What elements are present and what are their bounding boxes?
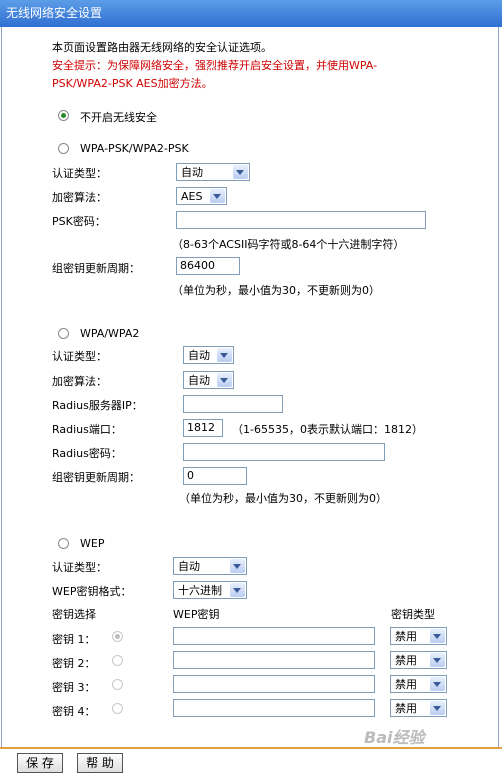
radius-ip-input[interactable] [183, 395, 283, 413]
wpa-enc-select[interactable]: 自动 [183, 371, 234, 389]
chevron-down-icon [230, 559, 245, 573]
wep-key2-input[interactable] [173, 651, 375, 669]
wpa-period-label: 组密钥更新周期： [52, 471, 140, 484]
radio-no-security[interactable] [58, 110, 69, 121]
wpa-auth-select[interactable]: 自动 [183, 346, 234, 364]
psk-password-input[interactable] [176, 211, 426, 229]
radius-port-hint: （1-65535，0表示默认端口：1812） [232, 423, 423, 436]
wpa-psk-enc-select[interactable]: AES [176, 187, 227, 205]
chevron-down-icon [217, 348, 232, 362]
wep-title: WEP [80, 537, 105, 550]
window-title: 无线网络安全设置 [6, 6, 103, 20]
chevron-down-icon [230, 583, 245, 597]
wep-key2-label: 密钥 2： [52, 657, 96, 670]
wpa-enc-label: 加密算法： [52, 375, 107, 388]
wep-key1-radio[interactable] [112, 631, 123, 642]
wpa-psk-period-label: 组密钥更新周期： [52, 262, 140, 275]
wep-key1-type-value: 禁用 [395, 630, 417, 643]
wep-col-key: WEP密钥 [173, 608, 220, 621]
chevron-down-icon [430, 653, 445, 667]
wep-key2-type-select[interactable]: 禁用 [390, 651, 447, 669]
wpa-psk-title: WPA-PSK/WPA2-PSK [80, 142, 189, 155]
wpa-psk-enc-label: 加密算法： [52, 191, 107, 204]
wpa-period-input[interactable]: 0 [183, 467, 247, 485]
wep-auth-label: 认证类型： [52, 561, 107, 574]
wpa-psk-period-hint: （单位为秒，最小值为30，不更新则为0） [172, 284, 380, 297]
radius-port-input[interactable]: 1812 [183, 419, 223, 437]
wep-auth-select[interactable]: 自动 [173, 557, 247, 575]
wpa-psk-auth-value: 自动 [181, 166, 203, 179]
wep-format-select[interactable]: 十六进制 [173, 581, 247, 599]
wpa-period-hint: （单位为秒，最小值为30，不更新则为0） [179, 492, 387, 505]
wep-key3-type-select[interactable]: 禁用 [390, 675, 447, 693]
wep-col-key-select: 密钥选择 [52, 608, 96, 621]
wep-key2-type-value: 禁用 [395, 654, 417, 667]
chevron-down-icon [210, 189, 225, 203]
wpa-psk-enc-value: AES [181, 190, 203, 203]
chevron-down-icon [233, 165, 248, 179]
watermark-logo: Bai经验 [364, 728, 425, 747]
radius-ip-label: Radius服务器IP： [52, 399, 143, 412]
wpa-psk-auth-label: 认证类型： [52, 167, 107, 180]
wep-auth-value: 自动 [178, 560, 200, 573]
wpa-psk-auth-select[interactable]: 自动 [176, 163, 250, 181]
wep-key3-radio[interactable] [112, 679, 123, 690]
chevron-down-icon [430, 677, 445, 691]
security-warning-line1: 安全提示：为保障网络安全，强烈推荐开启安全设置，并使用WPA- [52, 59, 378, 72]
wep-col-key-type: 密钥类型 [391, 608, 435, 621]
wpa-enc-value: 自动 [188, 374, 210, 387]
window-title-bar: 无线网络安全设置 [0, 0, 502, 27]
wep-key3-label: 密钥 3： [52, 681, 96, 694]
wep-key4-type-value: 禁用 [395, 702, 417, 715]
page-description: 本页面设置路由器无线网络的安全认证选项。 [52, 41, 272, 54]
wep-key2-radio[interactable] [112, 655, 123, 666]
wep-key1-type-select[interactable]: 禁用 [390, 627, 447, 645]
security-warning-line2: PSK/WPA2-PSK AES加密方法。 [52, 77, 213, 90]
wep-key4-label: 密钥 4： [52, 705, 96, 718]
no-security-label: 不开启无线安全 [80, 111, 157, 124]
radio-wpa-enterprise[interactable] [58, 328, 69, 339]
wep-key4-radio[interactable] [112, 703, 123, 714]
radius-password-input[interactable] [183, 443, 385, 461]
chevron-down-icon [430, 629, 445, 643]
save-button[interactable]: 保 存 [17, 753, 63, 773]
wpa-auth-value: 自动 [188, 349, 210, 362]
wep-key1-input[interactable] [173, 627, 375, 645]
wep-key3-type-value: 禁用 [395, 678, 417, 691]
radio-wep[interactable] [58, 538, 69, 549]
wpa-auth-label: 认证类型： [52, 350, 107, 363]
radius-port-label: Radius端口： [52, 423, 122, 436]
wpa-psk-period-input[interactable]: 86400 [176, 257, 240, 275]
wep-key1-label: 密钥 1： [52, 633, 96, 646]
wpa-title: WPA/WPA2 [80, 327, 140, 340]
chevron-down-icon [430, 701, 445, 715]
psk-password-label: PSK密码： [52, 215, 106, 228]
wep-format-value: 十六进制 [178, 584, 222, 597]
chevron-down-icon [217, 373, 232, 387]
wep-format-label: WEP密钥格式： [52, 585, 132, 598]
wep-key4-input[interactable] [173, 699, 375, 717]
wep-key4-type-select[interactable]: 禁用 [390, 699, 447, 717]
help-button[interactable]: 帮 助 [77, 753, 123, 773]
radio-wpa-psk[interactable] [58, 143, 69, 154]
radius-password-label: Radius密码： [52, 447, 122, 460]
psk-password-hint: （8-63个ACSII码字符或8-64个十六进制字符） [172, 238, 405, 251]
wep-key3-input[interactable] [173, 675, 375, 693]
